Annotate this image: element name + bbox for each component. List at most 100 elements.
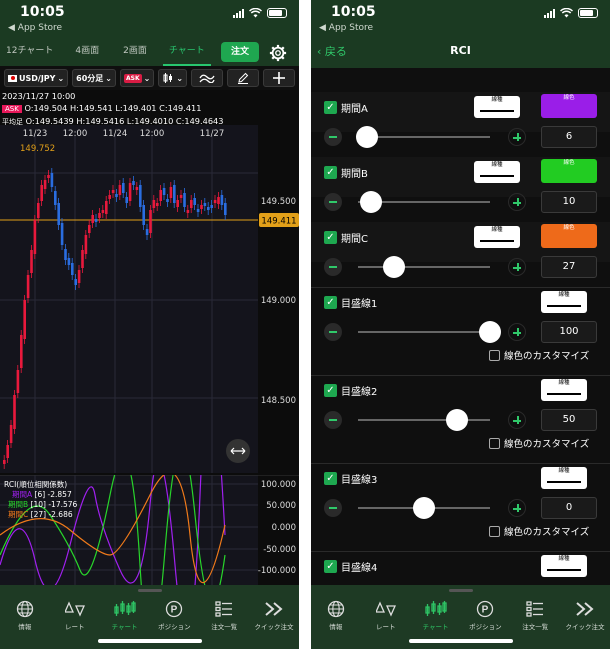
tab-chart[interactable]: チャート (162, 40, 211, 66)
line-type-button[interactable]: 線種 (541, 467, 587, 489)
x-tick-label: 12:00 (63, 129, 88, 139)
period-value-field[interactable]: 27 (541, 256, 597, 278)
line-type-button[interactable]: 線種 (474, 226, 520, 248)
level-decrease-button[interactable] (324, 499, 342, 517)
candle (145, 229, 149, 235)
level-decrease-button[interactable] (324, 323, 342, 341)
line-type-button[interactable]: 線種 (541, 379, 587, 401)
checkbox-checked[interactable]: ✓ (324, 384, 337, 397)
nav-position[interactable]: P ポジション (461, 599, 509, 631)
nav-rate[interactable]: レート (51, 599, 99, 631)
custom-color-checkbox-row[interactable]: 線色のカスタマイズ (489, 524, 589, 538)
price-chart-svg[interactable]: 11/23 12:00 11/24 12:00 11/27 149.500 149.000 1… (0, 125, 299, 475)
period-checkbox-row[interactable]: ✓ 期間C (324, 230, 368, 245)
level-value-field[interactable]: 0 (541, 497, 597, 519)
nav-order-list[interactable]: 注文一覧 (511, 599, 559, 631)
line-color-button[interactable]: 線色 (541, 224, 597, 248)
period-increase-button[interactable] (508, 258, 526, 276)
tab-12-chart[interactable]: 12チャート (0, 40, 59, 66)
period-checkbox-row[interactable]: ✓ 期間A (324, 100, 368, 115)
level-increase-button[interactable] (508, 411, 526, 429)
line-color-button[interactable]: 線色 (541, 94, 597, 118)
page-title: RCI (450, 44, 471, 57)
checkbox-unchecked[interactable] (489, 525, 500, 537)
level-slider-thumb[interactable] (446, 409, 468, 431)
divider (311, 463, 610, 464)
checkbox-checked[interactable]: ✓ (324, 560, 337, 573)
checkbox-checked[interactable]: ✓ (324, 166, 337, 179)
ask-ohlc: O:149.504 H:149.541 L:149.401 C:149.411 (24, 103, 202, 113)
level-checkbox-row[interactable]: ✓ 目盛線1 (324, 295, 377, 310)
level-slider-thumb[interactable] (479, 321, 501, 343)
checkbox-checked[interactable]: ✓ (324, 231, 337, 244)
line-color-button[interactable]: 線色 (541, 159, 597, 183)
nav-chart[interactable]: チャート (412, 599, 460, 631)
line-type-button[interactable]: 線種 (474, 161, 520, 183)
indicator-button[interactable] (191, 69, 224, 87)
back-to-app-store[interactable]: ◀ App Store (8, 23, 62, 33)
rci-panel[interactable]: 100.000 50.000 0.000 -50.000 -100.000 RCI(順位… (0, 475, 299, 585)
nav-info[interactable]: 情報 (1, 599, 49, 631)
pair-selector[interactable]: USD/JPY ⌄ (4, 69, 69, 87)
custom-color-checkbox-row[interactable]: 線色のカスタマイズ (489, 348, 589, 362)
level-slider-thumb[interactable] (413, 497, 435, 519)
checkbox-checked[interactable]: ✓ (324, 472, 337, 485)
candle (142, 205, 145, 225)
level-value-field[interactable]: 50 (541, 409, 597, 431)
period-checkbox-row[interactable]: ✓ 期間B (324, 165, 368, 180)
price-chart[interactable]: 11/23 12:00 11/24 12:00 11/27 149.500 149.000 1… (0, 125, 299, 475)
nav-order-list[interactable]: 注文一覧 (200, 599, 248, 631)
period-decrease-button[interactable] (324, 193, 342, 211)
nav-info[interactable]: 情報 (312, 599, 360, 631)
candle (132, 181, 135, 185)
level-checkbox-row[interactable]: ✓ 目盛線2 (324, 383, 377, 398)
level-checkbox-row[interactable]: ✓ 目盛線4 (324, 559, 377, 574)
status-time: 10:05 (20, 4, 65, 20)
line-type-button[interactable]: 線種 (541, 291, 587, 313)
level-increase-button[interactable] (508, 323, 526, 341)
drawer-handle[interactable] (138, 589, 162, 592)
checkbox-unchecked[interactable] (489, 349, 500, 361)
divider (311, 287, 610, 288)
line-type-button[interactable]: 線種 (541, 555, 587, 577)
system-icons (544, 8, 598, 18)
level-value-field[interactable]: 100 (541, 321, 597, 343)
tab-4-screen[interactable]: 4画面 (69, 40, 105, 66)
period-value-field[interactable]: 10 (541, 191, 597, 213)
order-button[interactable]: 注文 (221, 42, 259, 62)
nav-quick-order[interactable]: クイック注文 (250, 599, 298, 631)
tab-2-screen[interactable]: 2画面 (117, 40, 153, 66)
side-selector[interactable]: ASK ⌄ (120, 69, 155, 87)
drawer-handle[interactable] (449, 589, 473, 592)
period-slider-thumb[interactable] (360, 191, 383, 213)
candle (200, 205, 203, 209)
draw-button[interactable] (227, 69, 260, 87)
nav-chart[interactable]: チャート (101, 599, 149, 631)
level-label: 目盛線1 (341, 299, 378, 310)
checkbox-checked[interactable]: ✓ (324, 101, 337, 114)
custom-color-checkbox-row[interactable]: 線色のカスタマイズ (489, 436, 589, 450)
chart-type-selector[interactable]: ⌄ (158, 69, 188, 87)
position-icon: P (477, 600, 494, 618)
level-decrease-button[interactable] (324, 411, 342, 429)
period-slider-thumb[interactable] (382, 256, 405, 278)
add-button[interactable] (263, 69, 296, 87)
period-increase-button[interactable] (508, 193, 526, 211)
candle (54, 191, 57, 205)
period-decrease-button[interactable] (324, 128, 342, 146)
period-value-field[interactable]: 6 (541, 126, 597, 148)
timeframe-selector[interactable]: 60分足 ⌄ (72, 69, 116, 87)
period-slider-thumb[interactable] (356, 126, 379, 148)
line-type-button[interactable]: 線種 (474, 96, 520, 118)
level-increase-button[interactable] (508, 499, 526, 517)
period-decrease-button[interactable] (324, 258, 342, 276)
nav-position[interactable]: P ポジション (150, 599, 198, 631)
nav-quick-order[interactable]: クイック注文 (561, 599, 609, 631)
checkbox-unchecked[interactable] (489, 437, 500, 449)
gear-icon[interactable] (269, 44, 287, 62)
checkbox-checked[interactable]: ✓ (324, 296, 337, 309)
level-checkbox-row[interactable]: ✓ 目盛線3 (324, 471, 377, 486)
back-to-app-store[interactable]: ◀ App Store (319, 23, 373, 33)
period-increase-button[interactable] (508, 128, 526, 146)
nav-rate[interactable]: レート (362, 599, 410, 631)
